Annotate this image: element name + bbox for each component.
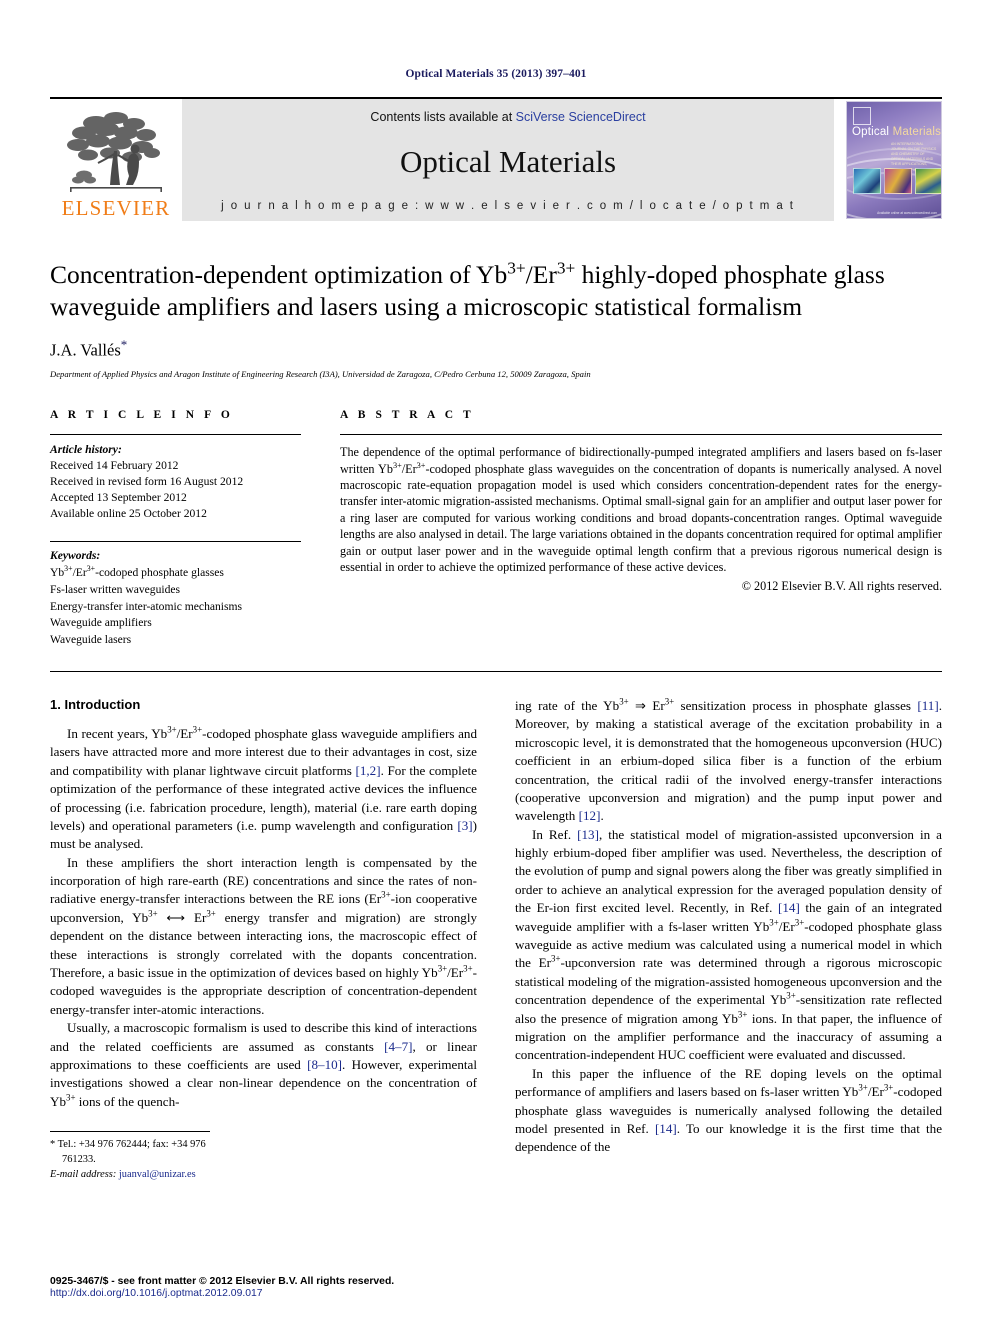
citation-link[interactable]: [14] — [778, 900, 800, 915]
keyword-item: Energy-transfer inter-atomic mechanisms — [50, 599, 243, 613]
sciencedirect-link[interactable]: SciVerse ScienceDirect — [516, 110, 646, 124]
footnote-tel-text: Tel.: +34 976 762444; fax: +34 976 76123… — [57, 1139, 206, 1166]
title-segment: highly-doped phosphate — [575, 260, 828, 289]
body-paragraph: In Ref. [13], the statistical model of m… — [515, 826, 943, 1063]
article-info-column: A R T I C L E I N F O Article history: R… — [50, 409, 301, 649]
author-list: J.A. Vallés* — [50, 337, 942, 361]
doi-link[interactable]: http://dx.doi.org/10.1016/j.optmat.2012.… — [50, 1288, 942, 1299]
history-item: Available online 25 October 2012 — [50, 507, 207, 521]
article-history-title: Article history: — [50, 443, 122, 457]
column-gap — [301, 409, 340, 649]
history-item: Received 14 February 2012 — [50, 459, 179, 473]
citation-link[interactable]: [4–7] — [384, 1039, 412, 1054]
affiliation: Department of Applied Physics and Aragon… — [50, 369, 591, 380]
title-superscript: 3+ — [556, 258, 576, 278]
keyword-item: Fs-laser written waveguides — [50, 582, 181, 596]
citation-link[interactable]: [12] — [579, 808, 601, 823]
abstract-label: A B S T R A C T — [340, 409, 475, 422]
cover-footer-text: Available online at www.sciencedirect.co… — [877, 211, 937, 215]
body-column-right: ing rate of the Yb3+ ⇒ Er3+ sensitizatio… — [515, 697, 942, 1182]
cover-thumb-image — [853, 168, 881, 194]
keyword-item: Yb3+/Er3+-codoped phosphate glasses — [50, 564, 224, 579]
footnote-email: E-mail address: juanval@unizar.es — [50, 1167, 210, 1182]
footnote-block: * Tel.: +34 976 762444; fax: +34 976 761… — [50, 1131, 210, 1182]
footnote-email-label: E-mail address: — [50, 1169, 117, 1181]
banner-right: Optical Materials AN INTERNATIONAL JOURN… — [834, 99, 942, 221]
cover-thumb-image — [915, 168, 941, 194]
keywords-title: Keywords: — [50, 549, 101, 563]
elsevier-wordmark: ELSEVIER — [61, 196, 171, 220]
journal-homepage-line[interactable]: j o u r n a l h o m e p a g e : w w w . … — [221, 200, 795, 212]
abstract-text: The dependence of the optimal performanc… — [340, 445, 942, 575]
article-info-label: A R T I C L E I N F O — [50, 409, 234, 422]
column-gap — [477, 697, 515, 1182]
journal-cover-thumbnail[interactable]: Optical Materials AN INTERNATIONAL JOURN… — [846, 101, 942, 219]
info-abstract-region: A R T I C L E I N F O Article history: R… — [50, 409, 942, 649]
paper-page: Optical Materials 35 (2013) 397–401 ELSE… — [0, 0, 992, 1323]
citation-link[interactable]: [1,2] — [356, 763, 381, 778]
journal-banner: ELSEVIER Contents lists available at Sci… — [50, 97, 942, 221]
body-paragraph: In recent years, Yb3+/Er3+-codoped phosp… — [50, 724, 477, 852]
cover-thumb-image — [884, 168, 912, 194]
section-divider — [50, 670, 942, 672]
history-item: Accepted 13 September 2012 — [50, 491, 187, 505]
footnote-marker: * — [50, 1139, 56, 1151]
issn-line: 0925-3467/$ - see front matter © 2012 El… — [50, 1276, 395, 1287]
abstract-body: The dependence of the optimal performanc… — [340, 435, 942, 594]
article-history-block: Article history: Received 14 February 20… — [50, 435, 301, 522]
section-heading-introduction: 1. Introduction — [50, 696, 141, 712]
history-item: Received in revised form 16 August 2012 — [50, 475, 244, 489]
keywords-block: Keywords: Yb3+/Er3+-codoped phosphate gl… — [50, 542, 301, 649]
citation-link[interactable]: [14] — [655, 1121, 677, 1136]
page-footer: 0925-3467/$ - see front matter © 2012 El… — [50, 1276, 942, 1299]
cover-title-word1: Optical — [852, 126, 890, 138]
body-paragraph: Usually, a macroscopic formalism is used… — [50, 1020, 477, 1109]
body-paragraph: In this paper the influence of the RE do… — [515, 1065, 943, 1155]
footnote-tel: * Tel.: +34 976 762444; fax: +34 976 761… — [50, 1137, 210, 1167]
keyword-item: Waveguide lasers — [50, 633, 132, 647]
email-link[interactable]: juanval@unizar.es — [119, 1169, 196, 1180]
body-paragraph: In these amplifiers the short interactio… — [50, 854, 478, 1017]
contents-available-line: Contents lists available at SciVerse Sci… — [370, 110, 645, 124]
keyword-item: Waveguide amplifiers — [50, 616, 152, 630]
running-head: Optical Materials 35 (2013) 397–401 — [405, 68, 587, 80]
elsevier-tree-icon — [67, 112, 162, 192]
citation-link[interactable]: [13] — [577, 827, 599, 842]
body-column-left: 1. Introduction In recent years, Yb3+/Er… — [50, 697, 477, 1182]
banner-center: Contents lists available at SciVerse Sci… — [182, 99, 834, 221]
journal-title: Optical Materials — [399, 143, 617, 179]
author-name: J.A. Vallés — [50, 340, 121, 360]
body-paragraph: ing rate of the Yb3+ ⇒ Er3+ sensitizatio… — [515, 696, 942, 824]
cover-elsevier-logo-icon — [853, 107, 871, 125]
citation-link[interactable]: [8–10] — [307, 1057, 342, 1072]
cover-image-strip — [853, 168, 941, 194]
title-segment: Concentration-dependent optimization of … — [50, 260, 508, 289]
abstract-copyright: © 2012 Elsevier B.V. All rights reserved… — [741, 578, 942, 593]
title-block: Concentration-dependent optimization of … — [50, 259, 942, 379]
corresponding-author-marker: * — [120, 336, 128, 352]
title-superscript: 3+ — [507, 258, 526, 278]
cover-title: Optical Materials — [852, 126, 941, 138]
publisher-logo: ELSEVIER — [50, 99, 182, 221]
citation-link[interactable]: [11] — [917, 698, 938, 713]
body-columns: 1. Introduction In recent years, Yb3+/Er… — [50, 697, 942, 1182]
title-segment: /Er — [525, 260, 557, 289]
cover-title-word2: Materials — [892, 126, 942, 138]
page-title: Concentration-dependent optimization of … — [50, 259, 942, 324]
contents-prefix: Contents lists available at — [370, 110, 516, 124]
abstract-column: A B S T R A C T The dependence of the op… — [340, 409, 942, 649]
citation-link[interactable]: [3] — [457, 818, 472, 833]
